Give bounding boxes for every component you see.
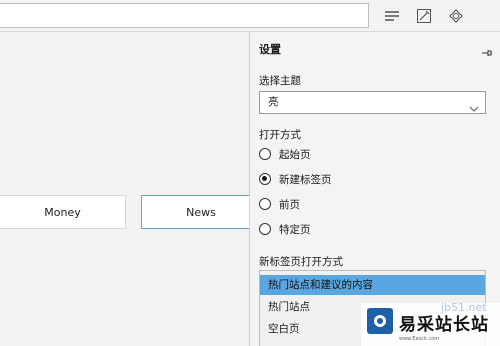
pin-icon[interactable] (481, 43, 493, 62)
radio-label: 特定页 (279, 223, 311, 236)
theme-label: 选择主题 (259, 75, 301, 87)
panel-title: 设置 (259, 43, 281, 56)
radio-start-page[interactable]: 起始页 (259, 146, 311, 162)
open-with-label: 打开方式 (259, 129, 301, 141)
tile-news[interactable]: News (141, 195, 261, 229)
theme-value: 亮 (268, 96, 279, 108)
dropdown-option-selected[interactable]: 热门站点和建议的内容 (260, 275, 485, 295)
radio-label: 新建标签页 (279, 173, 332, 186)
tile-money[interactable]: Money (0, 195, 126, 229)
radio-button[interactable] (259, 223, 271, 235)
new-tab-label: 新标签页打开方式 (259, 256, 343, 268)
hub-icon[interactable] (380, 4, 404, 28)
address-bar[interactable] (0, 3, 369, 28)
radio-button-checked[interactable] (259, 173, 271, 185)
radio-button[interactable] (259, 198, 271, 210)
share-icon[interactable] (444, 4, 468, 28)
radio-label: 前页 (279, 198, 300, 211)
chevron-down-icon (469, 99, 479, 120)
web-note-icon[interactable] (412, 4, 436, 28)
theme-select[interactable]: 亮 (259, 91, 486, 114)
watermark-logo-icon (367, 308, 393, 334)
radio-specific-page[interactable]: 特定页 (259, 221, 311, 237)
settings-panel: 设置 选择主题 亮 打开方式 起始页 新建标签页 前页 特定页 新标签页打开方式… (249, 32, 500, 346)
watermark-small-text: www.Easck.com (399, 336, 440, 342)
radio-label: 起始页 (279, 148, 311, 161)
radio-button[interactable] (259, 148, 271, 160)
browser-toolbar (0, 0, 500, 32)
radio-new-tab[interactable]: 新建标签页 (259, 171, 332, 187)
watermark-brand: 易采站长站 (399, 315, 489, 335)
radio-previous-pages[interactable]: 前页 (259, 196, 300, 212)
new-tab-content: Money News (0, 32, 261, 346)
watermark: jb51.net 易采站长站 www.Easck.com (361, 301, 500, 346)
